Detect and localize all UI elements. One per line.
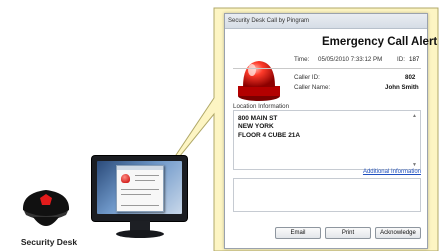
- monitor-screen: [92, 156, 187, 221]
- computer-monitor-icon: [92, 156, 187, 251]
- scroll-up-icon[interactable]: ▲: [412, 113, 417, 119]
- divider: [233, 68, 421, 69]
- caller-id-value: 802: [405, 74, 416, 81]
- location-label: Location Information: [233, 103, 290, 110]
- scroll-down-icon[interactable]: ▼: [412, 162, 417, 168]
- additional-information-link[interactable]: Additional Information: [363, 169, 421, 175]
- window-title: Security Desk Call by Pingram: [225, 14, 427, 29]
- location-line-2: NEW YORK: [238, 123, 274, 131]
- caller-name-label: Caller Name:: [294, 84, 331, 91]
- security-guard-icon: [22, 190, 70, 226]
- id-label: ID:: [397, 56, 405, 63]
- mini-siren-icon: [121, 174, 130, 183]
- location-textbox[interactable]: 800 MAIN ST NEW YORK FLOOR 4 CUBE 21A ▲ …: [233, 110, 421, 170]
- alert-heading: Emergency Call Alert: [322, 36, 438, 48]
- alert-window: Security Desk Call by Pingram Emergency …: [224, 13, 438, 249]
- caller-id-label: Caller ID:: [294, 74, 320, 81]
- mini-alert-window: [116, 165, 164, 212]
- location-line-3: FLOOR 4 CUBE 21A: [238, 131, 301, 139]
- print-button[interactable]: Print: [325, 227, 371, 239]
- siren-icon: [238, 61, 280, 101]
- caller-name-value: John Smith: [385, 84, 419, 91]
- location-line-1: 800 MAIN ST: [238, 115, 278, 122]
- time-label: Time:: [294, 56, 310, 63]
- desktop-wallpaper: [97, 161, 182, 214]
- time-value: 05/05/2010 7:33:12 PM: [318, 56, 383, 63]
- email-button[interactable]: Email: [275, 227, 321, 239]
- security-desk-label: Security Desk: [20, 237, 78, 247]
- acknowledge-button[interactable]: Acknowledge: [375, 227, 421, 239]
- notes-textbox[interactable]: [233, 178, 421, 212]
- id-value: 187: [409, 56, 420, 63]
